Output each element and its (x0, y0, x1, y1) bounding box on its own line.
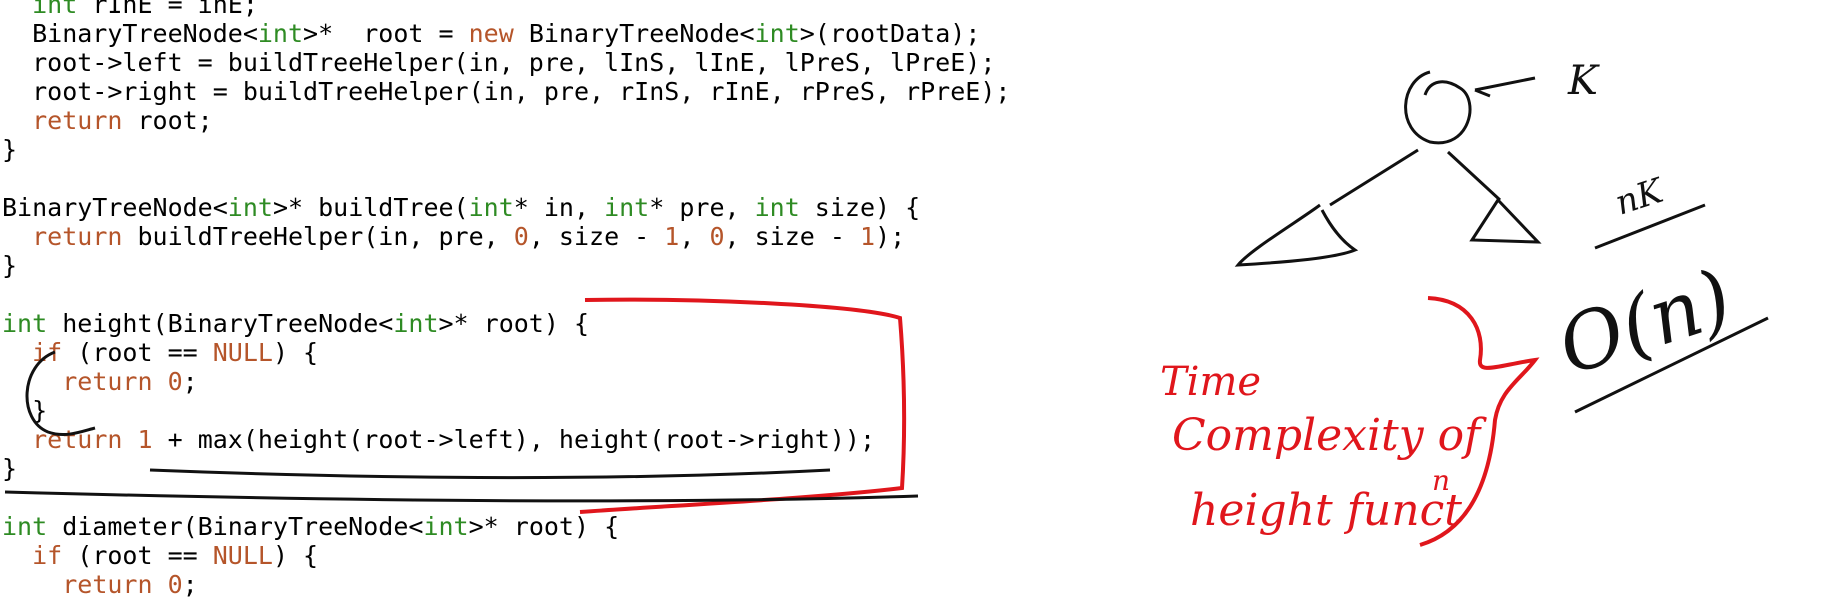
root-node-circle (1404, 70, 1472, 145)
annotation-layer: K nK O(n) Time Complexity of height func… (4, 58, 1769, 547)
node-label-k: K (1567, 58, 1600, 104)
underline-stroke-2 (4, 490, 919, 503)
big-o-text: O(n) (1548, 253, 1742, 393)
tree-sketch (1234, 70, 1706, 267)
root-arrow (1474, 76, 1536, 98)
fraction-top-text: nK (1610, 170, 1670, 223)
right-edge (1446, 150, 1502, 202)
red-highlight-box (579, 297, 907, 514)
time-text: Time (1160, 359, 1261, 405)
height-funct-text: height funct (1190, 485, 1462, 536)
right-subtree (1469, 197, 1542, 244)
funct-superscript: n (1432, 464, 1450, 497)
complexity-text: Complexity of (1172, 410, 1487, 461)
left-edge (1329, 148, 1419, 207)
left-subtree (1234, 203, 1359, 267)
if-arc-stroke (25, 350, 96, 436)
underline-stroke-1 (149, 468, 831, 480)
